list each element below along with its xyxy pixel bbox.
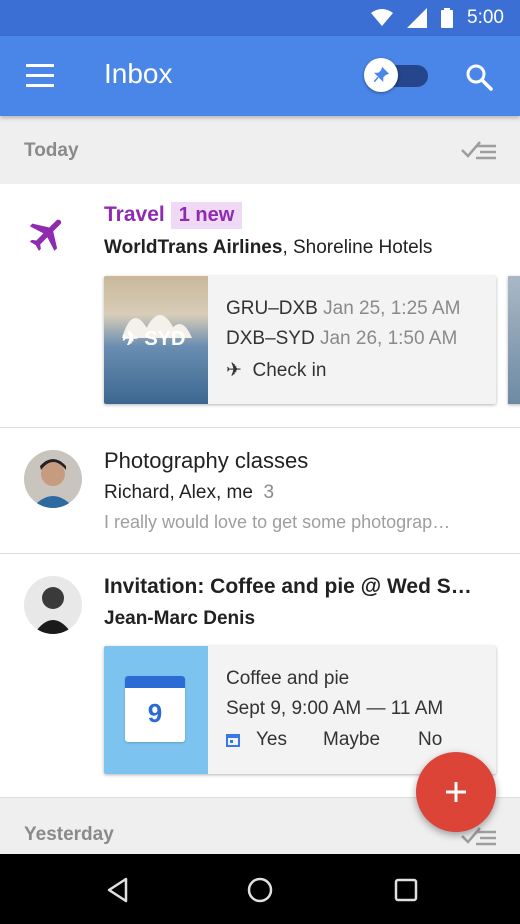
travel-sender-bold: WorldTrans Airlines: [104, 237, 283, 258]
event-card[interactable]: 9 Coffee and pie Sept 9, 9:00 AM — 11 AM…: [104, 646, 496, 774]
plane-small-icon: ✈: [226, 360, 242, 381]
status-bar: 5:00: [0, 0, 520, 36]
travel-title: Travel: [104, 203, 165, 226]
calendar-icon: [226, 734, 240, 747]
status-time: 5:00: [467, 7, 504, 28]
system-nav-bar: [0, 854, 520, 924]
home-icon[interactable]: [246, 876, 274, 904]
wifi-icon: [371, 9, 394, 26]
travel-sender-rest: , Shoreline Hotels: [282, 237, 433, 258]
search-icon[interactable]: [464, 62, 494, 92]
signal-icon: [407, 8, 428, 28]
next-card-peek[interactable]: [508, 276, 520, 404]
new-badge: 1 new: [170, 202, 243, 229]
rsvp-maybe-button[interactable]: Maybe: [323, 729, 380, 751]
done-all-icon[interactable]: [460, 138, 498, 162]
travel-senders: WorldTrans Airlines, Shoreline Hotels: [104, 237, 432, 259]
email-item-photography[interactable]: Photography classes Richard, Alex, me 3 …: [0, 428, 520, 554]
event-title: Coffee and pie: [226, 668, 350, 689]
flight-row-2: DXB–SYD Jan 26, 1:50 AM: [226, 328, 458, 349]
sydney-image: ✈ SYD: [104, 276, 208, 404]
battery-icon: [441, 8, 454, 28]
avatar: [24, 576, 82, 634]
calendar-day: 9: [147, 698, 163, 728]
email-subject: Photography classes: [104, 448, 309, 473]
image-label: SYD: [144, 328, 186, 350]
pin-toggle[interactable]: [364, 58, 428, 92]
flight-row-1: GRU–DXB Jan 25, 1:25 AM: [226, 298, 461, 319]
email-sender: Jean-Marc Denis: [104, 608, 256, 629]
calendar-image: 9: [104, 646, 208, 774]
email-participants: Richard, Alex, me 3: [104, 482, 275, 503]
rsvp-yes-button[interactable]: Yes: [256, 729, 287, 751]
rsvp-no-button[interactable]: No: [418, 729, 442, 751]
event-time: Sept 9, 9:00 AM — 11 AM: [226, 698, 444, 719]
airplane-icon: [29, 219, 62, 251]
menu-icon[interactable]: [26, 64, 54, 88]
recents-icon[interactable]: [392, 876, 420, 904]
message-count: 3: [263, 482, 275, 503]
page-title: Inbox: [104, 58, 173, 89]
plus-icon: [446, 782, 466, 802]
app-bar: Inbox: [0, 36, 520, 116]
travel-bundle-card[interactable]: Travel 1 new WorldTrans Airlines, Shoreli…: [0, 184, 520, 428]
section-header-today: Today: [0, 116, 520, 184]
flight-card[interactable]: ✈ SYD GRU–DXB Jan 25, 1:25 AM DXB–SYD Ja…: [104, 276, 496, 404]
pin-icon: [364, 58, 398, 92]
travel-title-line: Travel 1 new: [104, 202, 243, 229]
email-snippet: I really would love to get some photogra…: [104, 512, 451, 532]
section-label: Today: [24, 140, 79, 161]
back-icon[interactable]: [104, 876, 132, 904]
email-subject: Invitation: Coffee and pie @ Wed S…: [104, 575, 472, 598]
section-label: Yesterday: [24, 824, 114, 845]
compose-fab[interactable]: [416, 752, 496, 832]
avatar: [24, 450, 82, 508]
check-in-button[interactable]: ✈ Check in: [226, 359, 326, 382]
